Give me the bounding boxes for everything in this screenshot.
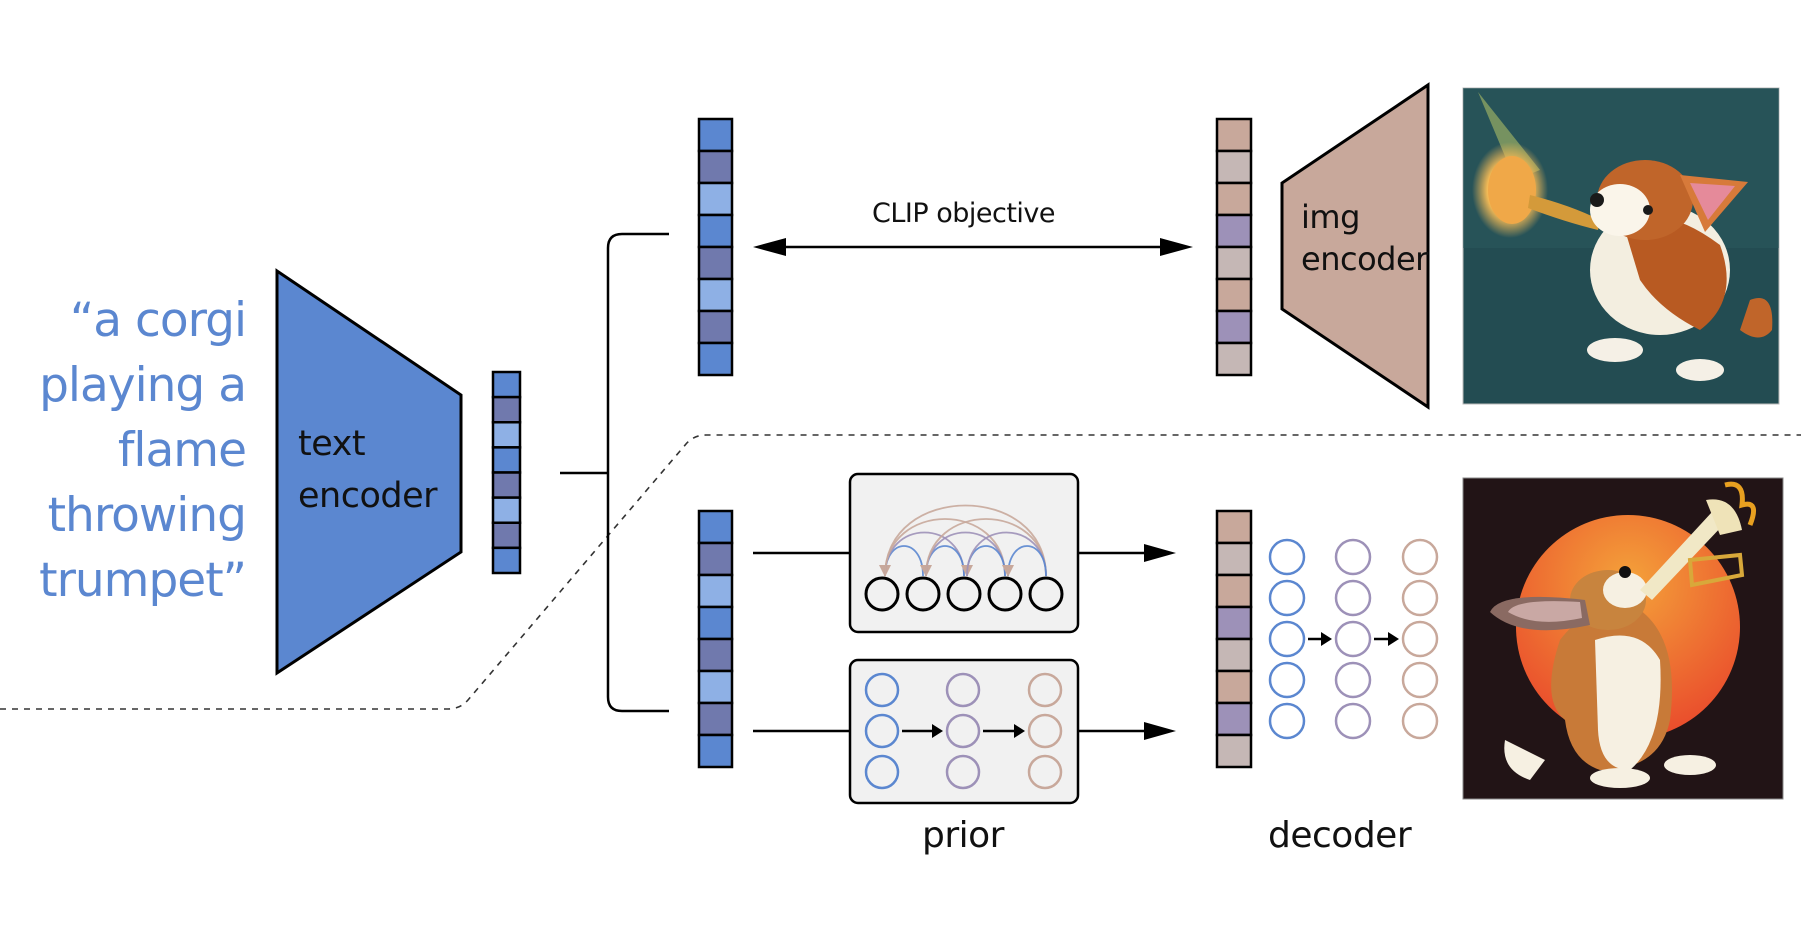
embedding-cell: [491, 446, 522, 474]
branch-bracket: [560, 232, 669, 713]
embedding-cell: [697, 277, 734, 313]
neuron-circle: [1401, 661, 1439, 699]
embedding-cell: [1215, 637, 1253, 673]
text-encoder-label-line1: text: [298, 424, 366, 464]
diffusion-prior-box: [848, 658, 1080, 805]
autoregressive-prior-box: [848, 472, 1080, 634]
neuron-circle: [1334, 620, 1372, 658]
embedding-cell: [697, 573, 734, 609]
clip-image-embedding: [1215, 117, 1253, 377]
embedding-cell: [1215, 277, 1253, 313]
neuron-circle: [1334, 579, 1372, 617]
text-prompt: “a corgi playing a flame throwing trumpe…: [39, 288, 247, 613]
embedding-cell: [1215, 213, 1253, 249]
decoder-input-image-embedding: [1215, 509, 1253, 769]
embedding-cell: [1215, 341, 1253, 377]
embedding-cell: [697, 605, 734, 641]
neuron-circle: [1401, 579, 1439, 617]
embedding-cell: [697, 669, 734, 705]
prompt-line-5: trumpet”: [39, 553, 247, 608]
neuron-circle: [1268, 661, 1306, 699]
neuron-circle: [1268, 579, 1306, 617]
embedding-cell: [697, 149, 734, 185]
clip-text-embedding: [697, 117, 734, 377]
generated-image-corgi-sun: [1462, 477, 1784, 800]
embedding-cell: [1215, 309, 1253, 345]
neuron-circle: [1268, 620, 1306, 658]
neuron-circle: [1334, 702, 1372, 740]
neuron-circle: [1268, 702, 1306, 740]
embedding-cell: [491, 395, 522, 424]
embedding-cell: [1215, 573, 1253, 609]
embedding-cell: [491, 496, 522, 524]
embedding-cell: [1215, 149, 1253, 185]
decoder-label: decoder: [1268, 815, 1412, 856]
embedding-cell: [697, 117, 734, 153]
text-encoder-label-line2: encoder: [298, 476, 438, 516]
embedding-cell: [697, 341, 734, 377]
embedding-cell: [697, 181, 734, 217]
neuron-circle: [1401, 702, 1439, 740]
neuron-circle: [1334, 661, 1372, 699]
neuron-circle: [1401, 538, 1439, 576]
embedding-cell: [1215, 509, 1253, 545]
diffusion-prior-arrowhead: [1144, 722, 1176, 740]
embedding-cell: [1215, 669, 1253, 705]
clip-objective-label: CLIP objective: [872, 198, 1056, 229]
text-encoder-output-vector: [491, 370, 522, 575]
clip-arrowhead-right: [1160, 238, 1193, 256]
embedding-cell: [1215, 733, 1253, 769]
embedding-cell: [697, 541, 734, 577]
prior-input-text-embedding: [697, 509, 734, 769]
neuron-circle: [1334, 538, 1372, 576]
embedding-cell: [697, 701, 734, 737]
text-encoder-label: text encoder: [298, 418, 438, 522]
embedding-cell: [1215, 117, 1253, 153]
embedding-cell: [697, 733, 734, 769]
embedding-cell: [1215, 701, 1253, 737]
prompt-line-1: “a corgi: [69, 293, 247, 348]
prompt-line-3: flame: [117, 423, 247, 478]
layer-arrowhead: [1388, 632, 1399, 646]
ar-prior-arrowhead: [1144, 544, 1176, 562]
input-image-corgi-teal: [1462, 87, 1780, 405]
img-encoder-label: img encoder: [1301, 196, 1428, 280]
decoder-network: [1268, 538, 1439, 740]
embedding-cell: [1215, 245, 1253, 281]
clip-arrowhead-left: [753, 238, 786, 256]
embedding-cell: [1215, 181, 1253, 217]
embedding-cell: [1215, 541, 1253, 577]
embedding-cell: [491, 370, 522, 399]
prompt-line-4: throwing: [47, 488, 247, 543]
embedding-cell: [491, 421, 522, 449]
embedding-cell: [697, 637, 734, 673]
embedding-cell: [1215, 605, 1253, 641]
img-encoder-label-line2: encoder: [1301, 240, 1428, 278]
embedding-cell: [697, 309, 734, 345]
neuron-circle: [1268, 538, 1306, 576]
embedding-cell: [697, 245, 734, 281]
prior-label: prior: [922, 815, 1004, 856]
img-encoder-label-line1: img: [1301, 198, 1360, 236]
embedding-cell: [491, 546, 522, 575]
neuron-circle: [1401, 620, 1439, 658]
embedding-cell: [697, 213, 734, 249]
embedding-cell: [491, 471, 522, 499]
prompt-line-2: playing a: [39, 358, 247, 413]
embedding-cell: [697, 509, 734, 545]
layer-arrowhead: [1321, 632, 1332, 646]
embedding-cell: [491, 521, 522, 550]
unclip-diagram: [0, 82, 1801, 805]
